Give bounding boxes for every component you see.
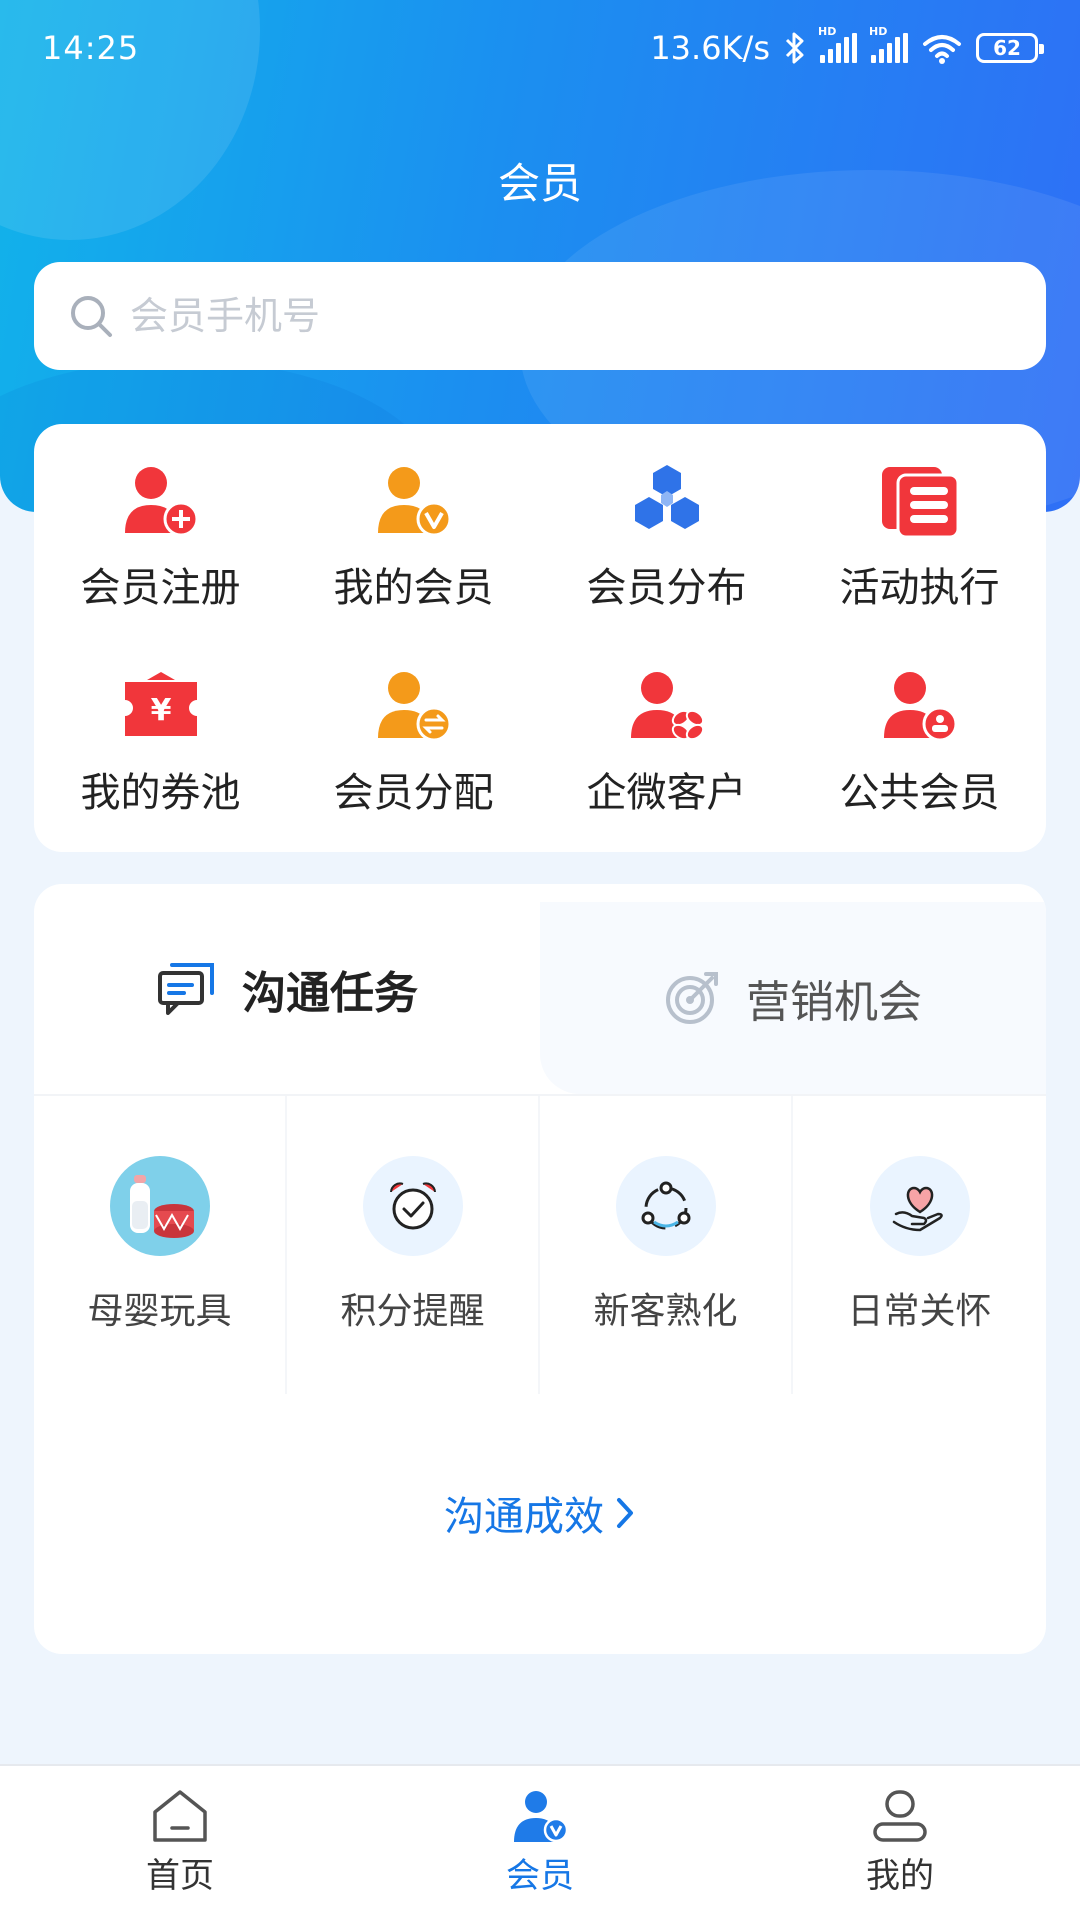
chevron-right-icon — [617, 1498, 633, 1528]
signal-icon: HD — [818, 25, 857, 63]
nav-item-mine[interactable]: 我的 — [720, 1766, 1080, 1920]
task-category-grid: 母婴玩具 积分提醒 新客熟化 日常关怀 — [34, 1094, 1046, 1394]
menu-item-member-allocation[interactable]: 会员分配 — [287, 639, 540, 844]
chat-icon — [158, 963, 214, 1015]
menu-item-wecom-customers[interactable]: 企微客户 — [540, 639, 793, 844]
baby-toys-icon — [129, 1175, 194, 1238]
document-stack-icon — [881, 466, 959, 538]
communication-effect-link[interactable]: 沟通成效 — [34, 1484, 1046, 1542]
menu-item-activity-execution[interactable]: 活动执行 — [793, 434, 1046, 639]
nav-item-member[interactable]: 会员 — [360, 1766, 720, 1920]
profile-icon — [873, 1790, 927, 1842]
nav-item-home[interactable]: 首页 — [0, 1766, 360, 1920]
task-item-daily-care[interactable]: 日常关怀 — [793, 1096, 1046, 1394]
page-title: 会员 — [497, 159, 582, 208]
alarm-clock-icon — [389, 1182, 436, 1230]
member-menu: 会员注册 我的会员 会员分布 活动执行 ¥ 我的券池 会员分配 企微客户 公共会… — [34, 424, 1046, 852]
person-link-icon — [630, 671, 704, 740]
menu-item-member-distribution[interactable]: 会员分布 — [540, 434, 793, 639]
status-time: 14:25 — [42, 29, 140, 67]
person-check-icon — [377, 466, 451, 536]
svg-text:¥: ¥ — [150, 693, 171, 728]
hexagon-cluster-icon — [634, 464, 699, 529]
network-speed: 13.6K/s — [650, 29, 770, 67]
menu-item-my-members[interactable]: 我的会员 — [287, 434, 540, 639]
heart-hand-icon — [892, 1186, 943, 1232]
cycle-icon — [641, 1181, 690, 1230]
menu-item-member-register[interactable]: 会员注册 — [34, 434, 287, 639]
bottom-nav: 首页 会员 我的 — [0, 1764, 1080, 1920]
member-icon — [514, 1791, 569, 1843]
person-exchange-icon — [377, 671, 451, 741]
bluetooth-icon — [785, 32, 804, 64]
battery-icon: 62 — [976, 33, 1044, 63]
tab-communication-tasks[interactable]: 沟通任务 — [34, 884, 540, 1094]
task-card: 沟通任务 营销机会 母婴玩具 积分提醒 新客熟化 日常关怀 沟通成效 — [34, 884, 1046, 1654]
signal-icon: HD — [869, 25, 908, 63]
target-icon — [666, 972, 718, 1024]
person-group-icon — [883, 671, 957, 741]
task-item-new-customer-nurturing[interactable]: 新客熟化 — [540, 1096, 793, 1394]
home-icon — [153, 1790, 207, 1842]
wifi-icon — [923, 35, 961, 64]
search-input[interactable] — [130, 294, 930, 338]
status-bar: 14:25 13.6K/s HD HD 62 — [0, 0, 1080, 96]
task-item-baby-toys[interactable]: 母婴玩具 — [34, 1096, 287, 1394]
person-add-icon — [124, 466, 198, 536]
task-item-points-reminder[interactable]: 积分提醒 — [287, 1096, 540, 1394]
search-icon — [71, 296, 112, 337]
coupon-icon: ¥ — [124, 671, 197, 736]
menu-item-my-coupon-pool[interactable]: ¥ 我的券池 — [34, 639, 287, 844]
tab-marketing-opportunities[interactable]: 营销机会 — [540, 902, 1046, 1094]
search-bar[interactable] — [34, 262, 1046, 370]
menu-item-public-members[interactable]: 公共会员 — [793, 639, 1046, 844]
task-tabs: 沟通任务 营销机会 — [34, 884, 1046, 1094]
